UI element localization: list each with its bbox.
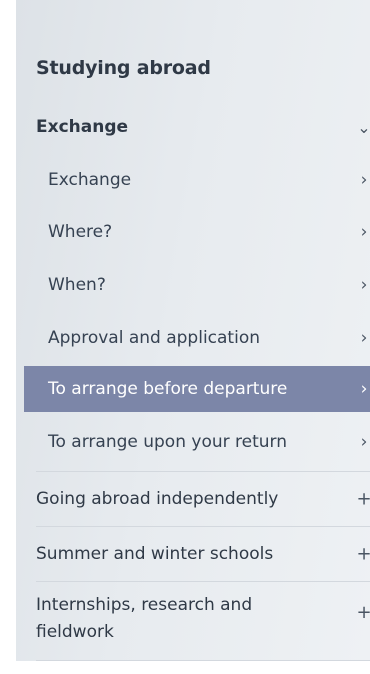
subnav-item-arrange-before-departure[interactable]: To arrange before departure › <box>24 366 370 412</box>
chevron-right-icon: › <box>360 432 368 452</box>
subnav-item-label: To arrange before departure <box>48 379 288 399</box>
chevron-right-icon: › <box>360 328 368 348</box>
nav-item-label: Summer and winter schools <box>36 544 274 564</box>
plus-icon[interactable]: + <box>356 544 370 565</box>
nav-item-internships-research-fieldwork[interactable]: Internships, research and fieldwork + <box>36 581 370 661</box>
plus-icon[interactable]: + <box>356 602 370 623</box>
subnav-item-approval-and-application[interactable]: Approval and application › <box>16 318 370 358</box>
plus-icon[interactable]: + <box>356 489 370 510</box>
subnav-item-label: Exchange <box>48 170 132 190</box>
subnav-item-arrange-upon-return[interactable]: To arrange upon your return › <box>16 422 370 462</box>
nav-item-label: Internships, research and fieldwork <box>36 595 253 642</box>
subnav-item-exchange[interactable]: Exchange › <box>16 160 370 200</box>
subnav-item-when[interactable]: When? › <box>16 265 370 305</box>
nav-item-exchange-parent[interactable]: Exchange ⌄ <box>16 108 370 146</box>
chevron-right-icon: › <box>360 222 368 242</box>
subnav-item-where[interactable]: Where? › <box>16 212 370 252</box>
chevron-right-icon: › <box>360 379 368 399</box>
nav-item-label: Exchange <box>36 117 129 137</box>
subnav-item-label: Approval and application <box>48 328 260 348</box>
nav-item-label: Going abroad independently <box>36 489 279 509</box>
chevron-down-icon: ⌄ <box>357 117 370 137</box>
chevron-right-icon: › <box>360 275 368 295</box>
chevron-right-icon: › <box>360 170 368 190</box>
side-navigation: Studying abroad Exchange ⌄ Exchange › Wh… <box>16 0 370 661</box>
nav-item-going-abroad-independently[interactable]: Going abroad independently + <box>36 471 370 526</box>
nav-item-summer-and-winter-schools[interactable]: Summer and winter schools + <box>36 526 370 581</box>
subnav-item-label: Where? <box>48 222 113 242</box>
subnav-item-label: When? <box>48 275 106 295</box>
subnav-item-label: To arrange upon your return <box>48 432 287 452</box>
nav-heading: Studying abroad <box>36 57 211 79</box>
